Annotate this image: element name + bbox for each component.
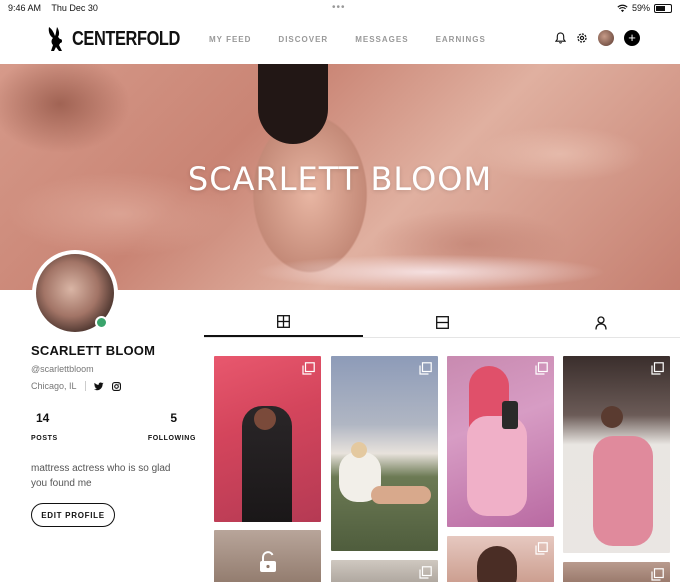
post-tile[interactable] [447, 356, 554, 527]
profile-info: SCARLETT BLOOM @scarlettbloom Chicago, I… [31, 343, 196, 391]
multiple-photos-icon [535, 362, 548, 375]
battery-icon [654, 3, 672, 13]
brand-name: CENTERFOLD [72, 27, 180, 50]
status-left: 9:46 AM Thu Dec 30 [8, 3, 106, 13]
status-time: 9:46 AM [8, 3, 42, 13]
instagram-icon[interactable] [111, 381, 121, 391]
cover-banner: SCARLETT BLOOM [0, 64, 680, 290]
create-post-plus-icon[interactable]: + [624, 30, 640, 46]
feed-icon [435, 316, 449, 329]
profile-stats: 14 POSTS 5 FOLLOWING [31, 411, 196, 442]
tab-grid[interactable] [204, 308, 363, 337]
following-stat[interactable]: 5 FOLLOWING [148, 411, 196, 442]
posts-label: POSTS [31, 435, 58, 442]
posts-count: 14 [36, 411, 50, 425]
top-nav: CENTERFOLD MY FEED DISCOVER MESSAGES EAR… [0, 16, 680, 64]
nav-link-my-feed[interactable]: MY FEED [209, 35, 251, 44]
profile-location-row: Chicago, IL [31, 381, 196, 391]
bell-icon[interactable] [555, 32, 566, 44]
nav-link-earnings[interactable]: EARNINGS [436, 35, 486, 44]
edit-profile-button[interactable]: EDIT PROFILE [31, 503, 115, 527]
multitasking-dots-icon[interactable]: ••• [332, 2, 346, 13]
divider [84, 381, 86, 391]
post-grid [214, 356, 680, 582]
nav-links: MY FEED DISCOVER MESSAGES EARNINGS [209, 35, 486, 44]
post-tile[interactable] [331, 356, 438, 551]
nav-actions: + [555, 30, 640, 46]
multiple-photos-icon [651, 362, 664, 375]
post-tile-locked[interactable] [214, 530, 321, 582]
multiple-photos-icon [302, 362, 315, 375]
posts-stat[interactable]: 14 POSTS [31, 411, 58, 442]
person-icon [595, 315, 607, 330]
multiple-photos-icon [419, 362, 432, 375]
status-right: 59% [617, 3, 672, 13]
multiple-photos-icon [419, 566, 432, 579]
following-label: FOLLOWING [147, 435, 196, 442]
settings-gear-icon[interactable] [576, 32, 588, 44]
profile-bio: mattress actress who is so glad you foun… [31, 463, 171, 489]
status-bar: 9:46 AM Thu Dec 30 ••• 59% [0, 0, 680, 16]
post-tile[interactable] [214, 356, 321, 522]
brand-logo[interactable]: CENTERFOLD [46, 26, 204, 52]
twitter-icon[interactable] [93, 381, 104, 391]
profile-name: SCARLETT BLOOM [31, 343, 156, 358]
multiple-photos-icon [535, 542, 548, 555]
banner-hair [258, 64, 328, 144]
unlock-icon [259, 551, 276, 572]
profile-handle: @scarlettbloom [31, 364, 94, 374]
profile-location: Chicago, IL [31, 381, 77, 391]
tab-about[interactable] [521, 308, 680, 337]
banner-foam [180, 252, 680, 290]
status-date: Thu Dec 30 [51, 3, 98, 13]
online-status-indicator [95, 316, 108, 329]
wifi-icon [617, 4, 628, 12]
following-count: 5 [170, 411, 177, 425]
banner-title: SCARLETT BLOOM [187, 160, 493, 198]
nav-link-discover[interactable]: DISCOVER [278, 35, 328, 44]
battery-percent: 59% [631, 3, 650, 13]
grid-icon [276, 315, 290, 328]
tab-feed[interactable] [363, 308, 522, 337]
bunny-logo-icon [48, 27, 62, 51]
post-tile[interactable] [447, 536, 554, 582]
post-tile[interactable] [563, 356, 670, 553]
post-tile[interactable] [331, 560, 438, 582]
post-tile[interactable] [563, 562, 670, 582]
content-tabs [204, 308, 680, 338]
nav-link-messages[interactable]: MESSAGES [355, 35, 408, 44]
user-avatar[interactable] [598, 30, 614, 46]
multiple-photos-icon [651, 568, 664, 581]
